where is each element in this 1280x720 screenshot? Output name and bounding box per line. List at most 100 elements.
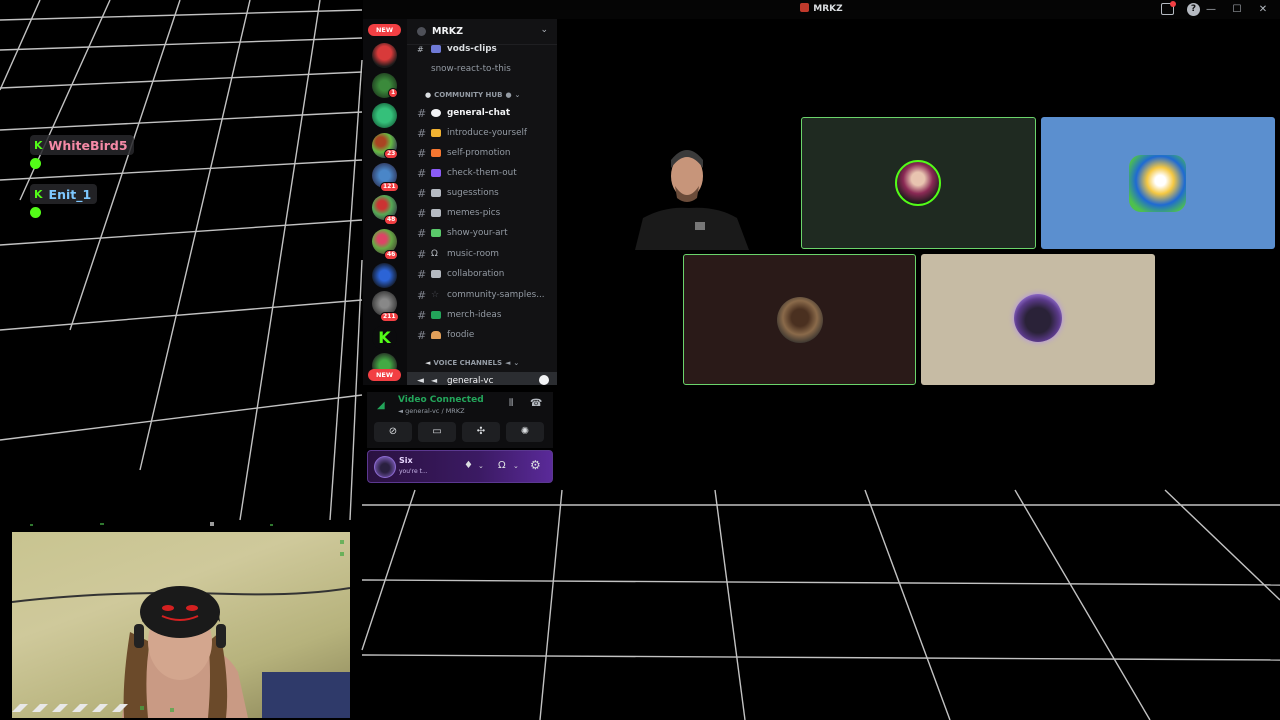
server-badge: 121 <box>380 182 399 192</box>
channel-show-your-art[interactable]: # show-your-art <box>407 224 557 242</box>
category-voice-channels[interactable]: ◄ VOICE CHANNELS ◄ ⌄ <box>425 356 519 370</box>
server-badge: 211 <box>380 312 399 322</box>
speaker-icon: ◄ <box>431 376 438 385</box>
video-tile-dark-user[interactable] <box>683 254 916 385</box>
chevron-down-icon: ⌄ <box>514 91 521 99</box>
camera-off-button[interactable]: ⊘ <box>374 422 412 442</box>
chat-username: Enit_1 <box>48 186 92 202</box>
channel-introduce-yourself[interactable]: # introduce-yourself <box>407 124 557 142</box>
channel-general-chat[interactable]: # general-chat <box>407 104 557 122</box>
new-unread-pill[interactable]: NEW <box>368 24 401 36</box>
chat-user-tag: K Enit_1 <box>30 184 98 204</box>
category-community-hub[interactable]: ● COMMUNITY HUB ● ⌄ <box>425 88 520 102</box>
camera-emoji-icon <box>431 45 441 53</box>
voice-status: Video Connected <box>398 395 484 405</box>
channel-sugesstions[interactable]: # sugesstions <box>407 184 557 202</box>
channel-label: merch-ideas <box>447 310 502 320</box>
video-tile-ghost-user[interactable] <box>921 254 1155 385</box>
channel-label: memes-pics <box>447 208 501 218</box>
raised-hand-icon <box>431 149 441 157</box>
video-tile-streamer[interactable] <box>625 140 753 250</box>
hash-icon: # <box>417 106 427 120</box>
speech-bubble-icon: ● <box>505 91 512 99</box>
server-icon-santa[interactable] <box>372 43 397 68</box>
streamer-video <box>635 150 749 250</box>
user-avatar <box>1129 155 1186 212</box>
channel-merch-ideas[interactable]: # merch-ideas <box>407 306 557 324</box>
server-badge: 1 <box>388 88 399 98</box>
chevron-down-icon[interactable]: ⌄ <box>513 462 519 470</box>
username: Six <box>399 456 413 465</box>
server-name: MRKZ <box>432 26 464 37</box>
user-avatar[interactable] <box>374 456 396 478</box>
microphone-icon[interactable]: ♦ <box>464 460 473 471</box>
minimize-icon[interactable]: — <box>1198 0 1224 19</box>
headphones-icon: Ω <box>431 249 438 259</box>
channel-check-them-out[interactable]: # check-them-out <box>407 164 557 182</box>
screen-share-button[interactable]: ▭ <box>418 422 456 442</box>
window-titlebar: MRKZ ? — ☐ ✕ <box>363 0 1280 19</box>
speaker-icon: ◄ <box>505 359 511 367</box>
hash-icon: # <box>417 166 427 180</box>
voice-location: ◄ general-vc / MRKZ <box>398 407 465 415</box>
new-unread-pill-bottom[interactable]: NEW <box>368 369 401 381</box>
window-controls: — ☐ ✕ <box>1198 0 1276 19</box>
hash-icon: # <box>417 267 427 281</box>
noise-suppression-icon[interactable]: ⫴ <box>509 398 513 409</box>
speaker-icon: ◄ <box>425 359 431 367</box>
channel-music-room[interactable]: # Ω music-room <box>407 245 557 263</box>
channel-label: collaboration <box>447 269 505 279</box>
user-status: you're t... <box>399 468 428 475</box>
headphones-icon[interactable]: Ω <box>498 460 506 471</box>
channel-vods-clips[interactable]: # vods-clips <box>407 40 557 58</box>
chat-bubble-icon[interactable] <box>539 375 549 385</box>
box-icon <box>431 189 441 197</box>
channel-label: general-chat <box>447 108 511 118</box>
channel-label: general-vc <box>447 376 494 385</box>
kick-icon: K <box>34 187 43 201</box>
server-icon-teal[interactable] <box>372 103 397 128</box>
server-badge: 23 <box>384 149 399 159</box>
food-icon <box>431 331 441 339</box>
activities-button[interactable]: ✣ <box>462 422 500 442</box>
voice-channel-general-vc[interactable]: ◄ ◄ general-vc <box>407 372 557 385</box>
chevron-down-icon[interactable]: ⌄ <box>478 462 484 470</box>
user-avatar <box>777 297 823 343</box>
channel-memes-pics[interactable]: # memes-pics <box>407 204 557 222</box>
soundboard-button[interactable]: ✺ <box>506 422 544 442</box>
channel-community-samples[interactable]: # ☆ community-samples... <box>407 286 557 304</box>
category-label: VOICE CHANNELS <box>433 359 503 367</box>
channel-foodie[interactable]: # foodie <box>407 326 557 344</box>
server-icon-blue[interactable] <box>372 263 397 288</box>
speaker-icon: ◄ <box>417 376 424 385</box>
speech-bubble-icon: ● <box>425 91 432 99</box>
chevron-down-icon[interactable]: ⌄ <box>540 25 548 35</box>
channel-collaboration[interactable]: # collaboration <box>407 265 557 283</box>
chevron-down-icon: ⌄ <box>513 359 520 367</box>
disconnect-icon[interactable]: ☎ <box>530 398 542 409</box>
screen: MRKZ ? — ☐ ✕ NEW 1 23 121 48 46 211 K NE… <box>0 0 1280 720</box>
chat-avatar-icon <box>30 158 41 169</box>
server-badge: 46 <box>384 250 399 260</box>
kick-server-icon[interactable]: K <box>372 325 397 350</box>
close-icon[interactable]: ✕ <box>1250 0 1276 19</box>
inbox-icon[interactable] <box>1161 1 1176 15</box>
channel-snow-react[interactable]: snow-react-to-this <box>407 60 557 78</box>
video-tile-kick-user[interactable] <box>801 117 1036 249</box>
video-tile-blue-user[interactable] <box>1041 117 1275 249</box>
hash-icon: # <box>417 328 427 342</box>
channel-sidebar: MRKZ ⌄ # vods-clips snow-react-to-this ●… <box>407 19 557 385</box>
server-rail: NEW 1 23 121 48 46 211 K NEW <box>363 19 407 385</box>
server-icon <box>800 3 810 12</box>
hash-icon: # <box>417 308 427 322</box>
channel-label: music-room <box>447 249 499 259</box>
hash-icon: # <box>417 126 427 140</box>
user-avatar <box>1014 294 1062 342</box>
kick-icon: K <box>34 138 43 152</box>
gear-icon[interactable]: ⚙ <box>530 458 541 472</box>
camera-icon <box>431 209 441 217</box>
server-badge: 48 <box>384 215 399 225</box>
channel-label: self-promotion <box>447 148 511 158</box>
maximize-icon[interactable]: ☐ <box>1224 0 1250 19</box>
channel-self-promotion[interactable]: # self-promotion <box>407 144 557 162</box>
